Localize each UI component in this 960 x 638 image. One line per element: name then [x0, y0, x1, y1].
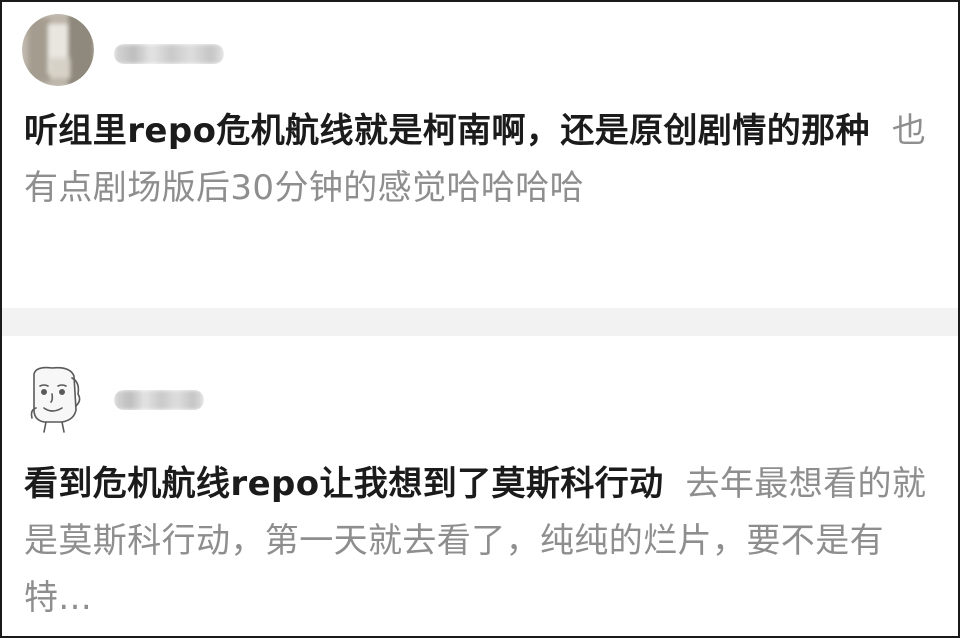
avatar[interactable]: [22, 14, 94, 86]
post-divider: [2, 308, 958, 336]
post-text-highlight: 听组里repo危机航线就是柯南啊，还是原创剧情的那种: [24, 111, 870, 151]
avatar[interactable]: [22, 364, 86, 434]
username-blurred[interactable]: [114, 44, 224, 64]
post-card: 看到危机航线repo让我想到了莫斯科行动 去年最想看的就是莫斯科行动，第一天就去看…: [2, 336, 958, 636]
username-blurred[interactable]: [114, 390, 204, 410]
post-card: 听组里repo危机航线就是柯南啊，还是原创剧情的那种 也有点剧场版后30分钟的感觉…: [2, 2, 958, 308]
post-text: 听组里repo危机航线就是柯南啊，还是原创剧情的那种 也有点剧场版后30分钟的感觉…: [24, 103, 944, 217]
post-text: 看到危机航线repo让我想到了莫斯科行动 去年最想看的就是莫斯科行动，第一天就去看…: [24, 456, 944, 627]
screenshot-frame: 听组里repo危机航线就是柯南啊，还是原创剧情的那种 也有点剧场版后30分钟的感觉…: [0, 0, 960, 638]
cartoon-face-icon: [30, 366, 81, 433]
user-avatar-icon: [22, 14, 94, 86]
post-text-highlight: 看到危机航线repo让我想到了莫斯科行动: [24, 464, 664, 504]
